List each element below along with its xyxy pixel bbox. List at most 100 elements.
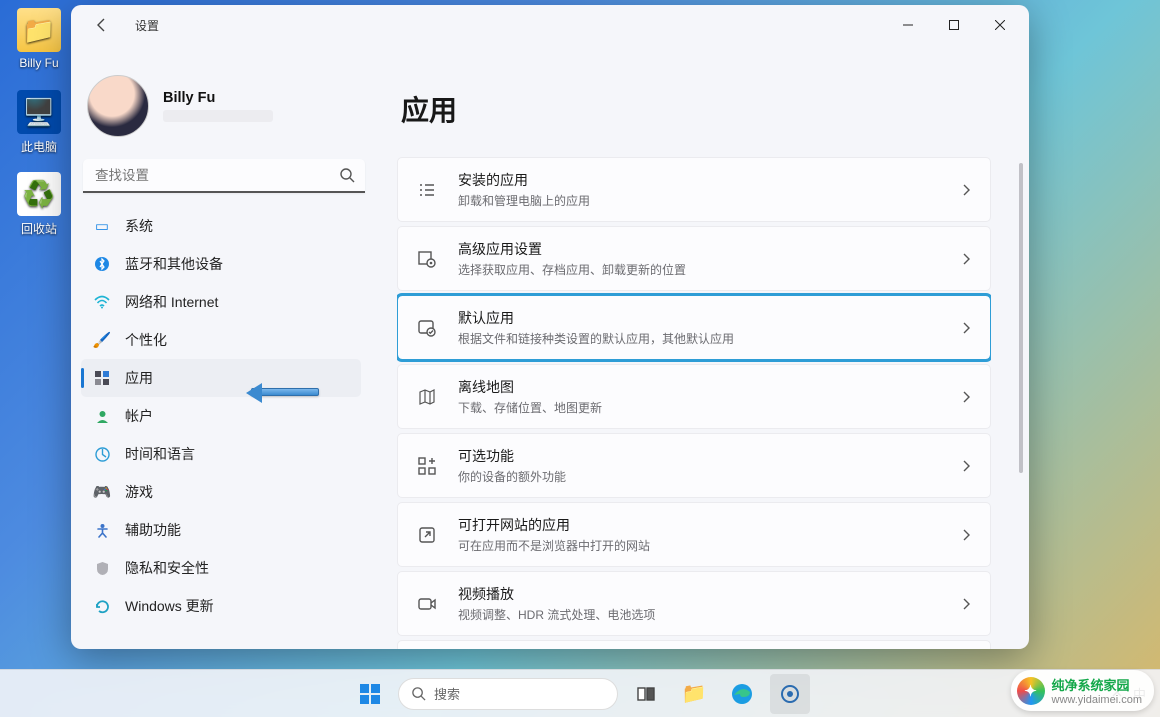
titlebar: 设置 <box>71 5 1029 45</box>
sidebar-item-bluetooth[interactable]: 蓝牙和其他设备 <box>81 245 361 283</box>
sidebar: Billy Fu ▭ 系统 蓝牙和其他设 <box>71 45 383 649</box>
sidebar-item-system[interactable]: ▭ 系统 <box>81 207 361 245</box>
card-sub: 选择获取应用、存档应用、卸载更新的位置 <box>458 261 940 278</box>
chevron-right-icon <box>960 184 972 196</box>
card-sub: 你的设备的额外功能 <box>458 468 940 485</box>
person-icon <box>93 407 111 425</box>
chevron-right-icon <box>960 529 972 541</box>
video-icon <box>416 593 438 615</box>
card-title: 可选功能 <box>458 446 940 466</box>
avatar <box>87 75 149 137</box>
chevron-right-icon <box>960 598 972 610</box>
sidebar-item-gaming[interactable]: 🎮 游戏 <box>81 473 361 511</box>
card-sub: 可在应用而不是浏览器中打开的网站 <box>458 537 940 554</box>
paintbrush-icon: 🖌️ <box>93 331 111 349</box>
taskbar-settings[interactable] <box>770 674 810 714</box>
watermark-url: www.yidaimei.com <box>1052 694 1142 706</box>
chevron-right-icon <box>960 322 972 334</box>
minimize-icon <box>903 20 913 30</box>
folder-icon: 📁 <box>17 8 61 52</box>
sidebar-item-network[interactable]: 网络和 Internet <box>81 283 361 321</box>
close-icon <box>995 20 1005 30</box>
accessibility-icon <box>93 521 111 539</box>
card-apps-for-websites[interactable]: 可打开网站的应用 可在应用而不是浏览器中打开的网站 <box>397 502 991 567</box>
recycle-bin-icon: ♻️ <box>17 172 61 216</box>
card-title: 离线地图 <box>458 377 940 397</box>
map-icon <box>416 386 438 408</box>
sidebar-item-windows-update[interactable]: Windows 更新 <box>81 587 361 625</box>
gamepad-icon: 🎮 <box>93 483 111 501</box>
card-sub: 根据文件和链接种类设置的默认应用，其他默认应用 <box>458 330 940 347</box>
desktop-icon-label: 回收站 <box>4 220 74 237</box>
sidebar-item-time-language[interactable]: 时间和语言 <box>81 435 361 473</box>
sidebar-item-privacy[interactable]: 隐私和安全性 <box>81 549 361 587</box>
taskbar: 搜索 📁 中 <box>0 669 1160 717</box>
desktop-icon-recycle-bin[interactable]: ♻️ 回收站 <box>4 172 74 237</box>
search-input[interactable] <box>83 159 365 193</box>
gear-icon <box>779 683 801 705</box>
card-title: 默认应用 <box>458 308 940 328</box>
taskbar-edge[interactable] <box>722 674 762 714</box>
sidebar-item-label: 隐私和安全性 <box>125 558 209 578</box>
close-button[interactable] <box>977 9 1023 41</box>
bluetooth-icon <box>93 255 111 273</box>
minimize-button[interactable] <box>885 9 931 41</box>
list-icon <box>416 179 438 201</box>
card-advanced-app-settings[interactable]: 高级应用设置 选择获取应用、存档应用、卸载更新的位置 <box>397 226 991 291</box>
card-startup[interactable]: 启动 <box>397 640 991 649</box>
maximize-button[interactable] <box>931 9 977 41</box>
card-title: 高级应用设置 <box>458 239 940 259</box>
card-title: 视频播放 <box>458 584 940 604</box>
windows-icon <box>359 683 381 705</box>
card-default-apps[interactable]: 默认应用 根据文件和链接种类设置的默认应用，其他默认应用 <box>397 295 991 360</box>
chevron-right-icon <box>960 253 972 265</box>
content-area: 应用 安装的应用 卸载和管理电脑上的应用 高级应用 <box>383 45 1017 649</box>
taskbar-search[interactable]: 搜索 <box>398 678 618 710</box>
sidebar-item-accessibility[interactable]: 辅助功能 <box>81 511 361 549</box>
chevron-right-icon <box>960 391 972 403</box>
scrollbar-thumb[interactable] <box>1019 163 1023 473</box>
card-sub: 下载、存储位置、地图更新 <box>458 399 940 416</box>
card-sub: 视频调整、HDR 流式处理、电池选项 <box>458 606 940 623</box>
desktop-icon-user-folder[interactable]: 📁 Billy Fu <box>4 8 74 70</box>
sidebar-item-personalization[interactable]: 🖌️ 个性化 <box>81 321 361 359</box>
sidebar-item-label: 应用 <box>125 368 153 388</box>
watermark-logo-icon: ✦ <box>1017 677 1045 705</box>
open-external-icon <box>416 524 438 546</box>
start-button[interactable] <box>350 674 390 714</box>
card-title: 可打开网站的应用 <box>458 515 940 535</box>
desktop-icon-label: 此电脑 <box>4 138 74 155</box>
card-optional-features[interactable]: 可选功能 你的设备的额外功能 <box>397 433 991 498</box>
sidebar-item-accounts[interactable]: 帐户 <box>81 397 361 435</box>
chevron-right-icon <box>960 460 972 472</box>
globe-clock-icon <box>93 445 111 463</box>
app-settings-icon <box>416 248 438 270</box>
sidebar-item-apps[interactable]: 应用 <box>81 359 361 397</box>
apps-icon <box>93 369 111 387</box>
taskbar-explorer[interactable]: 📁 <box>674 674 714 714</box>
arrow-left-icon <box>94 17 110 33</box>
sidebar-item-label: 蓝牙和其他设备 <box>125 254 223 274</box>
scrollbar[interactable] <box>1017 63 1025 649</box>
sidebar-item-label: 帐户 <box>125 406 153 426</box>
card-title: 安装的应用 <box>458 170 940 190</box>
sidebar-item-label: 个性化 <box>125 330 167 350</box>
back-button[interactable] <box>87 10 117 40</box>
sidebar-item-label: 系统 <box>125 216 153 236</box>
desktop-icon-this-pc[interactable]: 🖥️ 此电脑 <box>4 90 74 155</box>
settings-window: 设置 Billy Fu <box>71 5 1029 649</box>
card-offline-maps[interactable]: 离线地图 下载、存储位置、地图更新 <box>397 364 991 429</box>
search-icon[interactable] <box>339 167 355 183</box>
profile-sub-redacted <box>163 110 273 122</box>
card-installed-apps[interactable]: 安装的应用 卸载和管理电脑上的应用 <box>397 157 991 222</box>
nav-list: ▭ 系统 蓝牙和其他设备 网络和 Internet 🖌️ <box>81 207 367 649</box>
update-icon <box>93 597 111 615</box>
profile-block[interactable]: Billy Fu <box>81 55 367 155</box>
default-app-icon <box>416 317 438 339</box>
card-video-playback[interactable]: 视频播放 视频调整、HDR 流式处理、电池选项 <box>397 571 991 636</box>
grid-plus-icon <box>416 455 438 477</box>
sidebar-item-label: 时间和语言 <box>125 444 195 464</box>
profile-name: Billy Fu <box>163 90 273 106</box>
task-view-button[interactable] <box>626 674 666 714</box>
watermark: ✦ 纯净系统家园 www.yidaimei.com <box>1011 670 1154 711</box>
